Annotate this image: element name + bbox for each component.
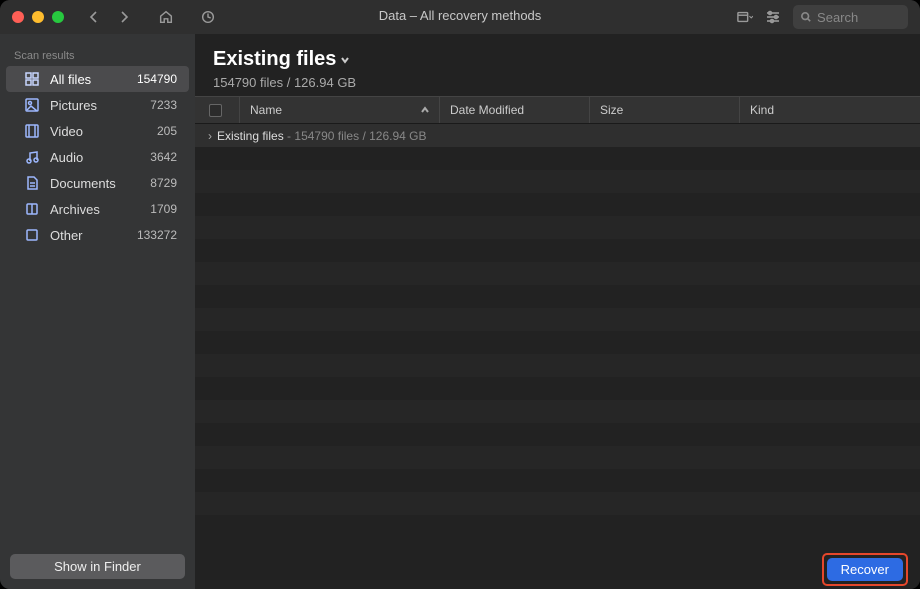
toolbar-right [737, 5, 908, 29]
sidebar-item-count: 7233 [129, 98, 177, 112]
film-icon [24, 123, 40, 139]
search-icon [801, 11, 811, 23]
sidebar-item-count: 8729 [129, 176, 177, 190]
table-row [195, 515, 920, 538]
section-title[interactable]: Existing files [213, 48, 350, 71]
table-row[interactable]: › Existing files - 154790 files / 126.94… [195, 124, 920, 147]
image-icon [24, 97, 40, 113]
close-window-button[interactable] [12, 11, 24, 23]
sidebar-item-pictures[interactable]: Pictures 7233 [6, 92, 189, 118]
archive-icon [24, 201, 40, 217]
sidebar-item-label: Audio [50, 150, 119, 165]
table-header: Name Date Modified Size Kind [195, 96, 920, 124]
sidebar-item-archives[interactable]: Archives 1709 [6, 196, 189, 222]
sidebar-item-label: Video [50, 124, 119, 139]
back-button[interactable] [86, 9, 102, 25]
grid-icon [24, 71, 40, 87]
column-size[interactable]: Size [589, 97, 739, 123]
app-window: Data – All recovery methods Scan results… [0, 0, 920, 589]
sidebar-item-video[interactable]: Video 205 [6, 118, 189, 144]
sidebar-item-documents[interactable]: Documents 8729 [6, 170, 189, 196]
history-button[interactable] [200, 9, 216, 25]
column-kind[interactable]: Kind [739, 97, 920, 123]
table-body: › Existing files - 154790 files / 126.94… [195, 124, 920, 549]
table-row [195, 262, 920, 285]
sidebar-item-label: Documents [50, 176, 119, 191]
show-in-finder-button[interactable]: Show in Finder [10, 554, 185, 579]
titlebar: Data – All recovery methods [0, 0, 920, 34]
search-field[interactable] [793, 5, 908, 29]
table-row [195, 354, 920, 377]
sidebar-item-other[interactable]: Other 133272 [6, 222, 189, 248]
view-mode-button[interactable] [737, 9, 753, 25]
sidebar-item-count: 3642 [129, 150, 177, 164]
table-row [195, 147, 920, 170]
nav-buttons [86, 9, 216, 25]
sidebar-item-count: 133272 [129, 228, 177, 242]
recover-highlight: Recover [822, 553, 908, 586]
search-input[interactable] [817, 10, 900, 25]
main-pane: Existing files 154790 files / 126.94 GB … [195, 34, 920, 589]
table-row [195, 377, 920, 400]
table-row [195, 446, 920, 469]
chevron-down-icon [340, 55, 350, 65]
table-row [195, 170, 920, 193]
sidebar-item-label: Pictures [50, 98, 119, 113]
column-date-modified[interactable]: Date Modified [439, 97, 589, 123]
table-row [195, 239, 920, 262]
table-row [195, 492, 920, 515]
sidebar-item-count: 154790 [129, 72, 177, 86]
minimize-window-button[interactable] [32, 11, 44, 23]
traffic-lights [12, 11, 64, 23]
sidebar-item-count: 1709 [129, 202, 177, 216]
sidebar-item-label: All files [50, 72, 119, 87]
table-row [195, 331, 920, 354]
recover-button[interactable]: Recover [827, 558, 903, 581]
footer-bar: Recover [195, 549, 920, 589]
sidebar-item-label: Other [50, 228, 119, 243]
section-subtitle: 154790 files / 126.94 GB [213, 75, 902, 90]
table-row [195, 308, 920, 331]
table-row [195, 285, 920, 308]
forward-button[interactable] [116, 9, 132, 25]
other-icon [24, 227, 40, 243]
sort-asc-icon [421, 106, 429, 114]
doc-icon [24, 175, 40, 191]
window-title: Data – All recovery methods [379, 8, 542, 23]
sidebar-item-count: 205 [129, 124, 177, 138]
column-checkbox[interactable] [203, 97, 239, 123]
content-heading: Existing files 154790 files / 126.94 GB [195, 34, 920, 96]
sidebar-item-all-files[interactable]: All files 154790 [6, 66, 189, 92]
table-row [195, 400, 920, 423]
music-icon [24, 149, 40, 165]
sidebar: Scan results All files 154790 Pictures 7… [0, 34, 195, 589]
zoom-window-button[interactable] [52, 11, 64, 23]
disclosure-triangle-icon[interactable]: › [203, 129, 217, 143]
checkbox-icon [209, 104, 222, 117]
column-name[interactable]: Name [239, 97, 439, 123]
sidebar-item-audio[interactable]: Audio 3642 [6, 144, 189, 170]
table-row [195, 193, 920, 216]
table-row [195, 469, 920, 492]
sidebar-heading: Scan results [0, 44, 195, 66]
table-row [195, 423, 920, 446]
home-button[interactable] [158, 9, 174, 25]
settings-button[interactable] [765, 9, 781, 25]
sidebar-item-label: Archives [50, 202, 119, 217]
table-row [195, 216, 920, 239]
row-name: Existing files - 154790 files / 126.94 G… [217, 129, 426, 143]
